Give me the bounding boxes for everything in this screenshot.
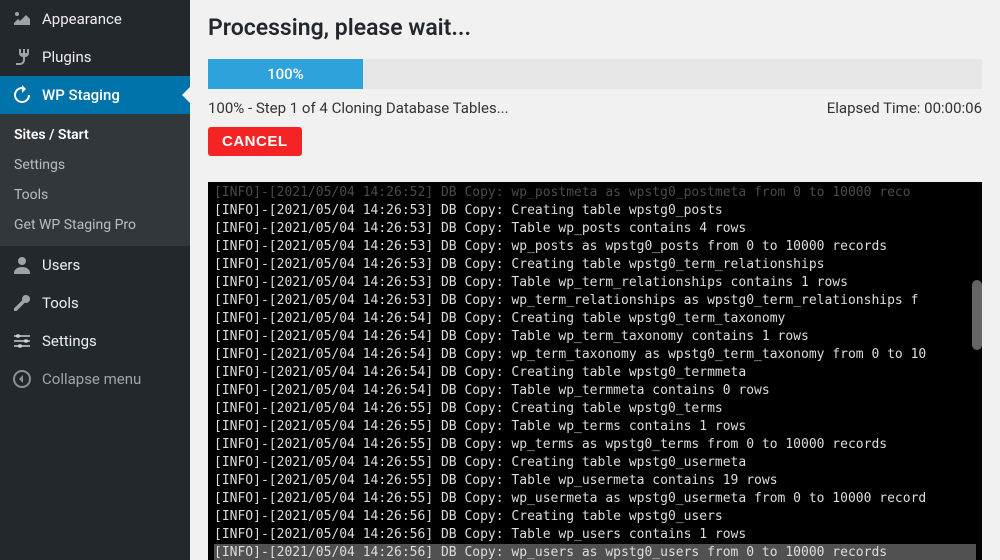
log-line: [INFO]-[2021/05/04 14:26:54] DB Copy: Ta…: [214, 382, 976, 400]
log-line: [INFO]-[2021/05/04 14:26:53] DB Copy: wp…: [214, 292, 976, 310]
progress-bar: 100%: [208, 59, 982, 89]
elapsed-time: Elapsed Time: 00:00:06: [827, 99, 982, 117]
log-line: [INFO]-[2021/05/04 14:26:54] DB Copy: wp…: [214, 346, 976, 364]
progress-label: 100%: [267, 65, 304, 83]
sidebar-item-label: Appearance: [42, 10, 122, 28]
sidebar-item-users[interactable]: Users: [0, 246, 190, 284]
log-line: [INFO]-[2021/05/04 14:26:55] DB Copy: wp…: [214, 436, 976, 454]
sidebar-submenu: Sites / Start Settings Tools Get WP Stag…: [0, 114, 190, 246]
log-console[interactable]: [INFO]-[2021/05/04 14:26:52] DB Copy: wp…: [208, 182, 982, 560]
submenu-item-settings[interactable]: Settings: [0, 150, 190, 180]
log-line: [INFO]-[2021/05/04 14:26:53] DB Copy: Ta…: [214, 220, 976, 238]
log-line: [INFO]-[2021/05/04 14:26:54] DB Copy: Cr…: [214, 364, 976, 382]
log-line: [INFO]-[2021/05/04 14:26:55] DB Copy: wp…: [214, 490, 976, 508]
log-line: [INFO]-[2021/05/04 14:26:54] DB Copy: Ta…: [214, 328, 976, 346]
sidebar-item-label: WP Staging: [42, 86, 120, 104]
sidebar-item-collapse[interactable]: Collapse menu: [0, 360, 190, 398]
sidebar-item-label: Plugins: [42, 48, 91, 66]
admin-sidebar: Appearance Plugins WP Staging Sites / St…: [0, 0, 190, 560]
sidebar-item-plugins[interactable]: Plugins: [0, 38, 190, 76]
status-row: 100% - Step 1 of 4 Cloning Database Tabl…: [208, 99, 982, 117]
log-line: [INFO]-[2021/05/04 14:26:55] DB Copy: Ta…: [214, 472, 976, 490]
sidebar-item-tools[interactable]: Tools: [0, 284, 190, 322]
log-line: [INFO]-[2021/05/04 14:26:53] DB Copy: wp…: [214, 238, 976, 256]
sidebar-item-label: Tools: [42, 294, 79, 312]
log-line: [INFO]-[2021/05/04 14:26:52] DB Copy: wp…: [214, 182, 976, 202]
users-icon: [12, 255, 32, 275]
sidebar-item-wpstaging[interactable]: WP Staging: [0, 76, 190, 114]
log-line: [INFO]-[2021/05/04 14:26:53] DB Copy: Cr…: [214, 202, 976, 220]
log-line: [INFO]-[2021/05/04 14:26:53] DB Copy: Cr…: [214, 256, 976, 274]
progress-bar-fill: 100%: [208, 59, 363, 89]
main-content: Processing, please wait... 100% 100% - S…: [190, 0, 1000, 560]
settings-icon: [12, 331, 32, 351]
log-line: [INFO]-[2021/05/04 14:26:55] DB Copy: Cr…: [214, 400, 976, 418]
plugins-icon: [12, 47, 32, 67]
sidebar-item-appearance[interactable]: Appearance: [0, 0, 190, 38]
collapse-icon: [12, 369, 32, 389]
sidebar-item-settings[interactable]: Settings: [0, 322, 190, 360]
log-line: [INFO]-[2021/05/04 14:26:54] DB Copy: Cr…: [214, 310, 976, 328]
status-text: 100% - Step 1 of 4 Cloning Database Tabl…: [208, 99, 509, 117]
page-title: Processing, please wait...: [208, 14, 982, 41]
sidebar-item-label: Users: [42, 256, 80, 274]
staging-icon: [12, 85, 32, 105]
sidebar-item-label: Collapse menu: [42, 370, 141, 388]
log-line: [INFO]-[2021/05/04 14:26:56] DB Copy: wp…: [214, 544, 976, 560]
log-line: [INFO]-[2021/05/04 14:26:56] DB Copy: Cr…: [214, 508, 976, 526]
sidebar-item-label: Settings: [42, 332, 97, 350]
log-line: [INFO]-[2021/05/04 14:26:55] DB Copy: Ta…: [214, 418, 976, 436]
log-scrollbar[interactable]: [972, 280, 982, 350]
submenu-item-getpro[interactable]: Get WP Staging Pro: [0, 210, 190, 240]
log-line: [INFO]-[2021/05/04 14:26:56] DB Copy: Ta…: [214, 526, 976, 544]
tools-icon: [12, 293, 32, 313]
log-line: [INFO]-[2021/05/04 14:26:53] DB Copy: Ta…: [214, 274, 976, 292]
submenu-item-tools[interactable]: Tools: [0, 180, 190, 210]
appearance-icon: [12, 9, 32, 29]
cancel-button[interactable]: CANCEL: [208, 127, 302, 156]
log-line: [INFO]-[2021/05/04 14:26:55] DB Copy: Cr…: [214, 454, 976, 472]
progress-section: 100% 100% - Step 1 of 4 Cloning Database…: [208, 59, 982, 156]
submenu-item-sites[interactable]: Sites / Start: [0, 120, 190, 150]
